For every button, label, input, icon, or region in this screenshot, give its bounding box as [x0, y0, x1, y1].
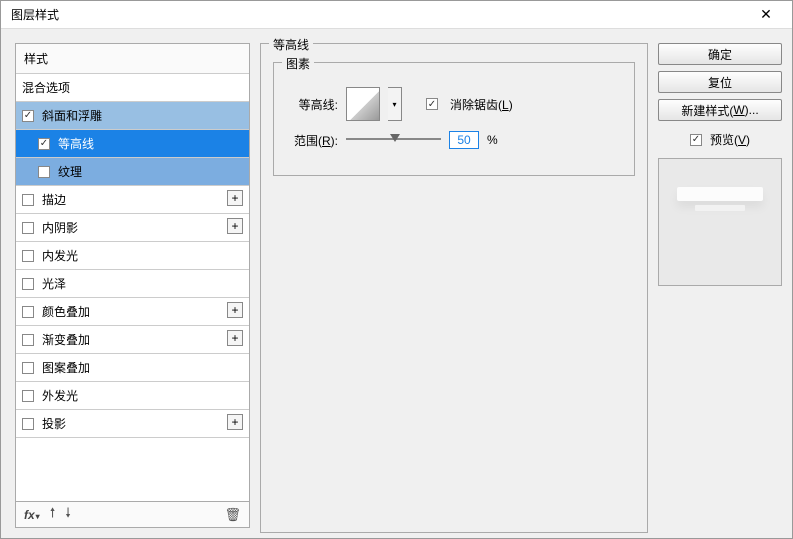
style-item-label: 描边: [42, 191, 66, 208]
contour-label: 等高线:: [286, 96, 338, 113]
style-item-checkbox[interactable]: [22, 110, 34, 122]
style-item-11[interactable]: 外发光: [16, 382, 249, 410]
style-item-7[interactable]: 光泽: [16, 270, 249, 298]
group-title: 图素: [282, 55, 314, 72]
style-item-2[interactable]: 等高线: [16, 130, 249, 158]
section-title: 等高线: [269, 36, 313, 53]
antialias-checkbox[interactable]: [426, 98, 438, 110]
range-input[interactable]: [449, 131, 479, 149]
style-item-0[interactable]: 混合选项: [16, 74, 249, 102]
antialias-label[interactable]: 消除锯齿(L): [450, 96, 513, 113]
titlebar: 图层样式 ✕: [1, 1, 792, 29]
style-item-label: 混合选项: [22, 79, 70, 96]
style-item-label: 内发光: [42, 247, 78, 264]
style-item-checkbox[interactable]: [22, 418, 34, 430]
add-effect-icon[interactable]: +: [227, 330, 243, 346]
style-item-checkbox[interactable]: [22, 334, 34, 346]
window-title: 图层样式: [11, 6, 59, 23]
style-list: 样式 混合选项斜面和浮雕等高线纹理描边 + 内阴影 + 内发光光泽颜色叠加 + 渐变叠加 + 图…: [16, 44, 249, 501]
style-item-12[interactable]: 投影 +: [16, 410, 249, 438]
style-item-label: 内阴影: [42, 219, 78, 236]
style-item-3[interactable]: 纹理: [16, 158, 249, 186]
range-label: 范围(R):: [286, 132, 338, 149]
ok-button[interactable]: 确定: [658, 43, 782, 65]
style-item-checkbox[interactable]: [22, 306, 34, 318]
style-item-10[interactable]: 图案叠加: [16, 354, 249, 382]
style-item-label: 图案叠加: [42, 359, 90, 376]
content: 样式 混合选项斜面和浮雕等高线纹理描边+内阴影+内发光光泽颜色叠加+渐变叠加+图…: [1, 29, 792, 538]
style-item-checkbox[interactable]: [22, 250, 34, 262]
trash-icon[interactable]: 🗑: [224, 507, 241, 523]
style-item-checkbox[interactable]: [22, 390, 34, 402]
style-item-5[interactable]: 内阴影 +: [16, 214, 249, 242]
style-item-checkbox[interactable]: [22, 194, 34, 206]
styles-panel: 样式 混合选项斜面和浮雕等高线纹理描边 + 内阴影 + 内发光光泽颜色叠加 + 渐变叠加 + 图…: [15, 43, 250, 528]
action-panel: 确定 复位 新建样式(W)... 预览(V): [658, 43, 782, 528]
move-down-icon[interactable]: 🠗: [65, 504, 71, 526]
range-row: 范围(R): %: [286, 131, 622, 149]
settings-panel: 等高线 图素 等高线: ▾ 消除锯齿(L) 范围(R):: [260, 43, 648, 528]
new-style-button[interactable]: 新建样式(W)...: [658, 99, 782, 121]
close-button[interactable]: ✕: [748, 3, 784, 27]
range-suffix: %: [487, 133, 498, 147]
reset-button[interactable]: 复位: [658, 71, 782, 93]
preview-label[interactable]: 预览(V): [710, 131, 750, 148]
style-list-footer: fx▾ 🠕 🠗 🗑: [16, 501, 249, 527]
slider-thumb-icon[interactable]: [390, 134, 400, 142]
move-up-icon[interactable]: 🠕: [50, 504, 56, 526]
preview-swatch: [658, 158, 782, 286]
style-item-checkbox[interactable]: [38, 166, 50, 178]
contour-row: 等高线: ▾ 消除锯齿(L): [286, 87, 622, 121]
style-item-1[interactable]: 斜面和浮雕: [16, 102, 249, 130]
style-item-4[interactable]: 描边 +: [16, 186, 249, 214]
style-item-checkbox[interactable]: [22, 362, 34, 374]
preview-checkbox[interactable]: [690, 134, 702, 146]
style-item-label: 颜色叠加: [42, 303, 90, 320]
style-item-checkbox[interactable]: [22, 222, 34, 234]
style-item-checkbox[interactable]: [22, 278, 34, 290]
elements-group: 图素 等高线: ▾ 消除锯齿(L) 范围(R):: [273, 62, 635, 176]
style-item-label: 渐变叠加: [42, 331, 90, 348]
add-effect-icon[interactable]: +: [227, 414, 243, 430]
range-slider[interactable]: [346, 133, 441, 147]
add-effect-icon[interactable]: +: [227, 190, 243, 206]
style-item-label: 光泽: [42, 275, 66, 292]
style-item-label: 外发光: [42, 387, 78, 404]
style-item-9[interactable]: 渐变叠加 +: [16, 326, 249, 354]
style-item-8[interactable]: 颜色叠加 +: [16, 298, 249, 326]
contour-section: 等高线 图素 等高线: ▾ 消除锯齿(L) 范围(R):: [260, 43, 648, 533]
style-item-checkbox[interactable]: [38, 138, 50, 150]
style-item-label: 纹理: [58, 163, 82, 180]
fx-menu-icon[interactable]: fx▾: [24, 508, 40, 522]
style-item-label: 等高线: [58, 135, 94, 152]
style-list-header[interactable]: 样式: [16, 44, 249, 74]
preview-toggle-row: 预览(V): [658, 131, 782, 148]
style-item-label: 投影: [42, 415, 66, 432]
style-item-6[interactable]: 内发光: [16, 242, 249, 270]
add-effect-icon[interactable]: +: [227, 218, 243, 234]
style-item-label: 斜面和浮雕: [42, 107, 102, 124]
contour-preview[interactable]: [346, 87, 380, 121]
contour-dropdown-icon[interactable]: ▾: [388, 87, 402, 121]
add-effect-icon[interactable]: +: [227, 302, 243, 318]
